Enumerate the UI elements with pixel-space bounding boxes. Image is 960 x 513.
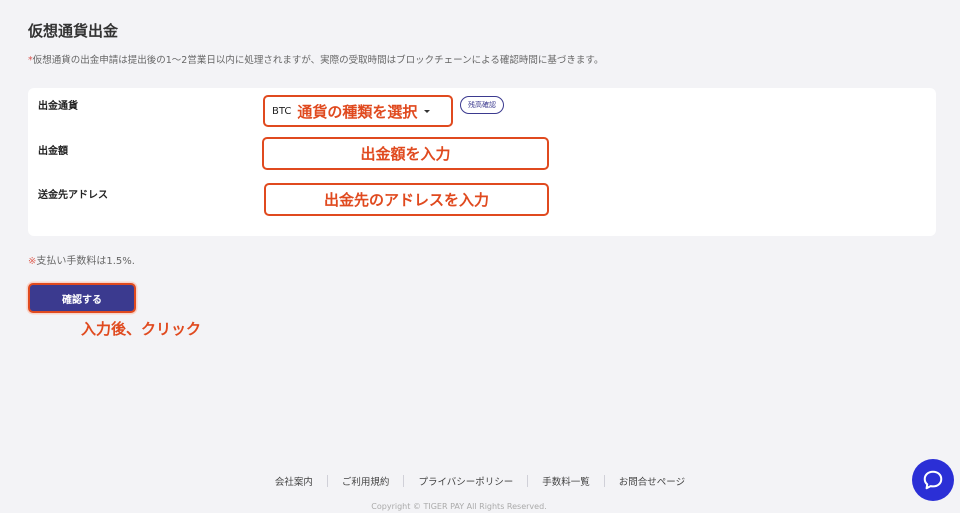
footer-link-terms[interactable]: ご利用規約 [328,474,404,488]
footer-link-contact[interactable]: お問合せページ [605,474,699,488]
amount-label: 出金額 [38,146,68,157]
confirm-button[interactable]: 確認する [28,283,136,313]
chevron-down-icon [424,109,431,113]
currency-hint: 通貨の種類を選択 [297,102,418,121]
footer-link-fees[interactable]: 手数料一覧 [528,474,604,488]
amount-hint: 出金額を入力 [360,145,451,163]
currency-select[interactable]: BTC 通貨の種類を選択 [263,95,453,127]
footer-links: 会社案内 ご利用規約 プライバシーポリシー 手数料一覧 お問合せページ [0,474,960,488]
copyright: Copyright © TIGER PAY All Rights Reserve… [371,502,547,511]
click-annotation: 入力後、クリック [81,320,202,338]
currency-label: 出金通貨 [38,101,78,112]
page-title: 仮想通貨出金 [28,22,119,40]
footer-link-company[interactable]: 会社案内 [261,474,327,488]
chat-button[interactable] [912,459,954,501]
chat-bubble-icon [923,470,943,490]
address-hint: 出金先のアドレスを入力 [323,191,489,209]
withdrawal-form: 出金通貨 BTC 通貨の種類を選択 残高確認 出金額 出金額を入力 送金先アドレ… [28,88,936,236]
fee-note: ※支払い手数料は1.5%. [28,252,135,267]
address-input[interactable]: 出金先のアドレスを入力 [264,183,549,216]
footer-link-privacy[interactable]: プライバシーポリシー [404,474,527,488]
balance-check-button[interactable]: 残高確認 [460,96,504,114]
notice-body: 仮想通貨の出金申請は提出後の1〜2営業日以内に処理されますが、実際の受取時間はブ… [32,55,604,66]
address-label: 送金先アドレス [38,190,108,201]
currency-value: BTC [272,105,292,117]
notice-text: *仮想通貨の出金申請は提出後の1〜2営業日以内に処理されますが、実際の受取時間は… [28,52,603,66]
amount-input[interactable]: 出金額を入力 [262,137,549,170]
fee-text: 支払い手数料は1.5%. [36,256,135,267]
